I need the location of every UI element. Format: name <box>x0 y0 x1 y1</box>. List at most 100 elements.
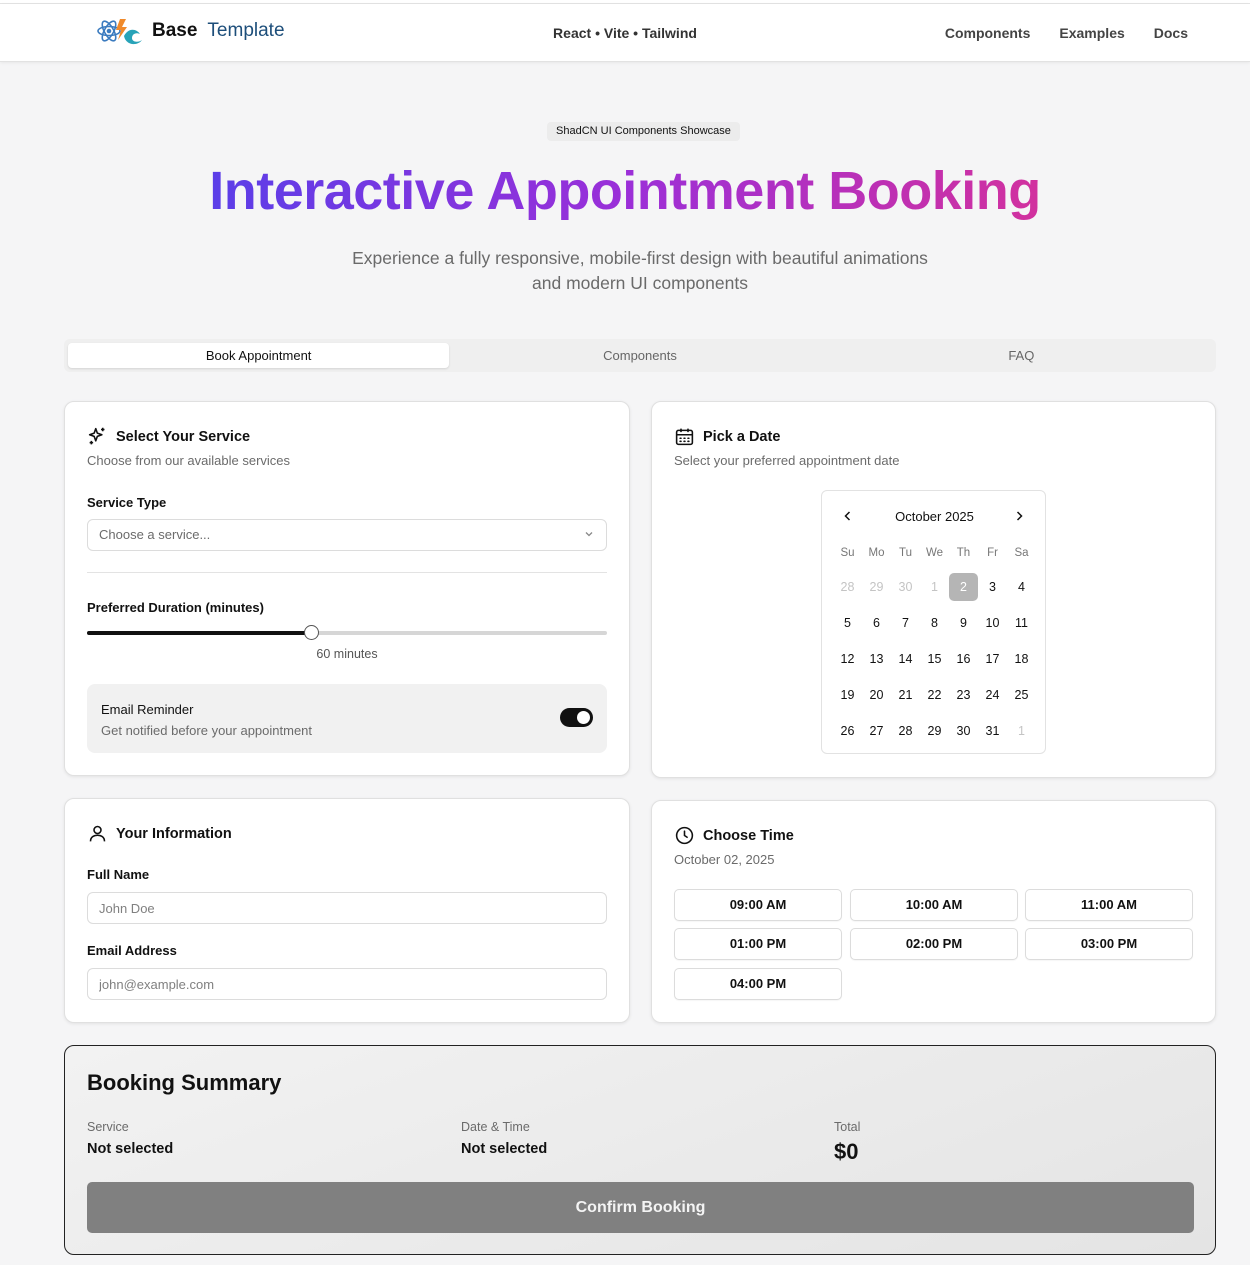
calendar-day[interactable]: 28 <box>891 713 920 749</box>
main-nav: Components Examples Docs <box>945 25 1188 41</box>
tab-faq[interactable]: FAQ <box>831 343 1212 368</box>
calendar-day[interactable]: 24 <box>978 677 1007 713</box>
time-slot[interactable]: 03:00 PM <box>1025 928 1193 960</box>
time-slot[interactable]: 10:00 AM <box>850 889 1018 921</box>
calendar-day[interactable]: 31 <box>978 713 1007 749</box>
calendar-grid: Su Mo Tu We Th Fr Sa 28 29 30 1 2 3 4 5 6 7 8 9 10 11 12 13 14 1… <box>833 547 1038 749</box>
showcase-badge: ShadCN UI Components Showcase <box>547 122 740 141</box>
calendar-day-number: 11 <box>1015 616 1028 630</box>
email-label: Email Address <box>87 943 177 958</box>
chevron-down-icon <box>585 532 593 537</box>
calendar-day[interactable]: 30 <box>949 713 978 749</box>
calendar-day[interactable]: 7 <box>891 605 920 641</box>
slider-range <box>87 631 311 635</box>
weekday-label: We <box>925 547 944 559</box>
time-slot[interactable]: 09:00 AM <box>674 889 842 921</box>
nav-components[interactable]: Components <box>945 25 1031 41</box>
calendar-day[interactable]: 22 <box>920 677 949 713</box>
duration-value: 60 minutes <box>316 647 378 661</box>
calendar-day[interactable]: 17 <box>978 641 1007 677</box>
full-name-label: Full Name <box>87 867 150 882</box>
service-select[interactable]: Choose a service... <box>87 519 607 551</box>
nav-docs[interactable]: Docs <box>1154 25 1188 41</box>
selected-date: October 02, 2025 <box>674 852 775 867</box>
calendar-day-number: 12 <box>840 652 855 666</box>
calendar-day[interactable]: 10 <box>978 605 1007 641</box>
info-card: Your Information Full Name Email Address <box>64 798 630 1023</box>
slider-thumb[interactable] <box>303 625 319 640</box>
calendar-day-number: 7 <box>902 616 909 630</box>
calendar-day-number: 1 <box>1018 724 1025 738</box>
calendar-day[interactable]: 11 <box>1007 605 1036 641</box>
page-title: Interactive Appointment Booking <box>209 161 1041 221</box>
chevron-right-icon[interactable] <box>1013 510 1025 522</box>
nav-examples[interactable]: Examples <box>1059 25 1124 41</box>
calendar-day-number: 4 <box>1018 580 1025 594</box>
calendar-week: 28 29 30 1 2 3 4 <box>833 569 1038 605</box>
weekday-label: Fr <box>987 547 998 559</box>
confirm-booking-button[interactable]: Confirm Booking <box>87 1182 1194 1233</box>
calendar-day[interactable]: 8 <box>920 605 949 641</box>
time-card-title: Choose Time <box>674 825 794 846</box>
calendar-day[interactable]: 14 <box>891 641 920 677</box>
calendar-day-number: 31 <box>985 724 1000 738</box>
calendar-day[interactable]: 1 <box>1007 713 1036 749</box>
calendar-day[interactable]: 3 <box>978 569 1007 605</box>
calendar-week: 12 13 14 15 16 17 18 <box>833 641 1038 677</box>
calendar-day[interactable]: 25 <box>1007 677 1036 713</box>
date-card: Pick a Date Select your preferred appoin… <box>651 401 1216 778</box>
calendar-day[interactable]: 28 <box>833 569 862 605</box>
time-slot[interactable]: 11:00 AM <box>1025 889 1193 921</box>
calendar-day[interactable]: 6 <box>862 605 891 641</box>
calendar-day[interactable]: 12 <box>833 641 862 677</box>
calendar-day[interactable]: 27 <box>862 713 891 749</box>
calendar-day[interactable]: 21 <box>891 677 920 713</box>
calendar-day[interactable]: 15 <box>920 641 949 677</box>
calendar-day-selected[interactable]: 2 <box>949 569 978 605</box>
duration-slider[interactable] <box>87 625 607 640</box>
time-slot[interactable]: 01:00 PM <box>674 928 842 960</box>
service-type-label: Service Type <box>87 495 167 510</box>
calendar-day[interactable]: 30 <box>891 569 920 605</box>
calendar-day[interactable]: 19 <box>833 677 862 713</box>
weekday-label: Su <box>840 547 855 559</box>
calendar-day[interactable]: 20 <box>862 677 891 713</box>
calendar-day-number: 21 <box>898 688 913 702</box>
calendar-week: 5 6 7 8 9 10 11 <box>833 605 1038 641</box>
calendar-day[interactable]: 13 <box>862 641 891 677</box>
calendar-day[interactable]: 4 <box>1007 569 1036 605</box>
tab-book-appointment[interactable]: Book Appointment <box>68 343 450 368</box>
calendar-day-number: 10 <box>985 616 1000 630</box>
service-card-description: Choose from our available services <box>87 453 291 468</box>
weekday-header: Su Mo Tu We Th Fr Sa <box>833 547 1038 563</box>
calendar-day[interactable]: 18 <box>1007 641 1036 677</box>
calendar-day[interactable]: 26 <box>833 713 862 749</box>
summary-service: Service Not selected <box>87 1120 174 1157</box>
date-card-title: Pick a Date <box>674 426 780 447</box>
calendar-day-number: 28 <box>840 580 855 594</box>
info-card-title: Your Information <box>87 823 232 844</box>
calendar-day-number: 17 <box>985 652 1000 666</box>
time-slot[interactable]: 02:00 PM <box>850 928 1018 960</box>
calendar-day-number: 30 <box>956 724 971 738</box>
full-name-input[interactable] <box>87 892 607 924</box>
duration-label: Preferred Duration (minutes) <box>87 600 264 615</box>
calendar-day-number: 15 <box>927 652 942 666</box>
reminder-toggle[interactable] <box>560 708 593 727</box>
calendar-day[interactable]: 16 <box>949 641 978 677</box>
calendar-day-number: 2 <box>949 573 978 601</box>
calendar-day-number: 30 <box>898 580 913 594</box>
calendar-day[interactable]: 23 <box>949 677 978 713</box>
tab-components[interactable]: Components <box>449 343 830 368</box>
page-subtitle: Experience a fully responsive, mobile-fi… <box>352 248 928 293</box>
calendar-day[interactable]: 9 <box>949 605 978 641</box>
calendar-day[interactable]: 5 <box>833 605 862 641</box>
date-card-description: Select your preferred appointment date <box>674 453 900 468</box>
calendar-day[interactable]: 1 <box>920 569 949 605</box>
email-input[interactable] <box>87 968 607 1000</box>
calendar-day[interactable]: 29 <box>920 713 949 749</box>
clock-icon <box>675 826 694 845</box>
reminder-description: Get notified before your appointment <box>101 723 313 738</box>
calendar-day[interactable]: 29 <box>862 569 891 605</box>
time-slot[interactable]: 04:00 PM <box>674 968 842 1000</box>
